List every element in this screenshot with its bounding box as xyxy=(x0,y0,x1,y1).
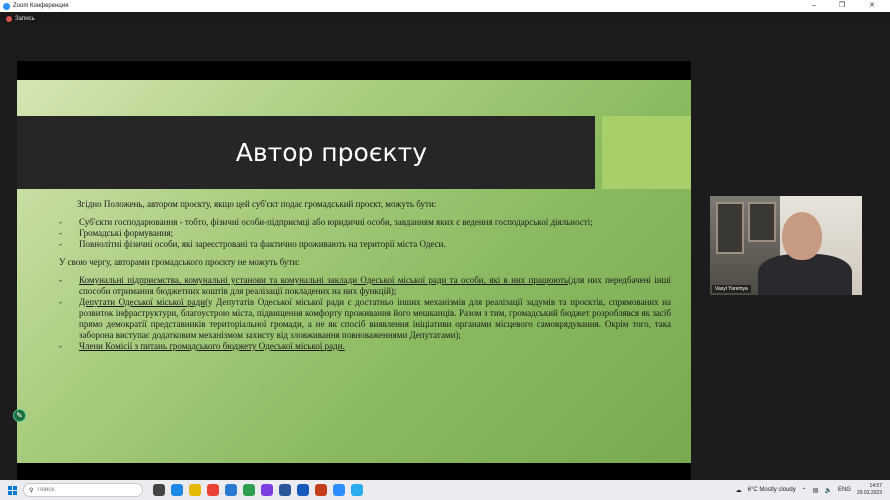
system-tray: ☁ 6°C Mostly cloudy ⌃ ▤ 🔈 ENG 14:57 29.0… xyxy=(736,480,882,500)
maximize-button[interactable]: ❐ xyxy=(828,0,856,12)
search-input[interactable] xyxy=(37,487,118,493)
participant-head xyxy=(782,212,822,260)
record-icon xyxy=(6,16,12,22)
list-item: - Суб'єкти господарювання - тобто, фізичн… xyxy=(59,217,593,227)
clock-date: 29.03.2023 xyxy=(856,490,882,496)
list-item: - Повнолітні фізичні особи, які зареєстро… xyxy=(59,239,446,249)
annotate-pen-icon[interactable]: ✎ xyxy=(13,409,26,422)
meeting-stage: Автор проєкту Згідно Положень, автором п… xyxy=(0,26,890,484)
chrome-icon[interactable] xyxy=(207,484,219,496)
viber-icon[interactable] xyxy=(261,484,273,496)
powerpoint-icon[interactable] xyxy=(315,484,327,496)
zoom-icon[interactable] xyxy=(333,484,345,496)
minimize-button[interactable]: – xyxy=(800,0,828,12)
search-icon: ⚲ xyxy=(29,487,34,494)
windows-start-icon[interactable] xyxy=(8,485,17,495)
weather-text[interactable]: 6°C Mostly cloudy xyxy=(748,487,796,493)
teams-icon[interactable] xyxy=(297,484,309,496)
list-item: - Депутати Одеської міської ради(у Депута… xyxy=(59,297,671,340)
participant-body xyxy=(758,254,852,295)
recording-label[interactable]: Запись xyxy=(15,16,35,22)
telegram-icon[interactable] xyxy=(351,484,363,496)
participant-video[interactable]: Vasyl Yaremya xyxy=(710,196,862,295)
restrict-intro: У свою чергу, авторами громадського проє… xyxy=(59,257,300,267)
slide-intro: Згідно Положень, автором проєкту, якщо ц… xyxy=(77,199,437,209)
wechat-icon[interactable] xyxy=(243,484,255,496)
list-item: - Члени Комісії з питань громадського бюд… xyxy=(59,341,345,351)
network-icon[interactable]: ▤ xyxy=(813,487,819,494)
taskbar-apps xyxy=(153,484,363,496)
file-explorer-icon[interactable] xyxy=(189,484,201,496)
window-titlebar: Zoom Конференция – ❐ ✕ xyxy=(0,0,890,12)
participant-name: Vasyl Yaremya xyxy=(712,285,751,293)
recording-bar: Запись xyxy=(0,12,890,26)
edge-icon[interactable] xyxy=(171,484,183,496)
slide-body: Згідно Положень, автором проєкту, якщо ц… xyxy=(59,199,671,352)
wall-picture xyxy=(748,202,776,242)
zoom-logo-icon xyxy=(3,2,10,10)
language-indicator[interactable]: ENG xyxy=(838,487,851,493)
window-title: Zoom Конференция xyxy=(13,3,69,9)
shared-slide: Автор проєкту Згідно Положень, автором п… xyxy=(17,61,691,484)
list-item: - Громадські формування; xyxy=(59,228,174,238)
clock-time: 14:57 xyxy=(869,483,882,489)
list-item: - Комунальні підприємства, комунальні уст… xyxy=(59,275,671,296)
volume-icon[interactable]: 🔈 xyxy=(824,487,831,494)
mail-icon[interactable] xyxy=(225,484,237,496)
taskbar: ⚲ ☁ 6°C Mostly cloudy ⌃ ▤ 🔈 ENG 14:57 29… xyxy=(0,480,890,500)
slide-title: Автор проєкту xyxy=(235,138,427,167)
weather-icon: ☁ xyxy=(735,487,742,494)
title-accent-block xyxy=(602,116,691,189)
chevron-up-icon[interactable]: ⌃ xyxy=(802,487,807,494)
wall-picture xyxy=(716,202,744,254)
word-icon[interactable] xyxy=(279,484,291,496)
clock[interactable]: 14:57 29.03.2023 xyxy=(857,483,882,497)
task-view-icon[interactable] xyxy=(153,484,165,496)
taskbar-search[interactable]: ⚲ xyxy=(23,483,143,497)
close-button[interactable]: ✕ xyxy=(858,0,886,12)
